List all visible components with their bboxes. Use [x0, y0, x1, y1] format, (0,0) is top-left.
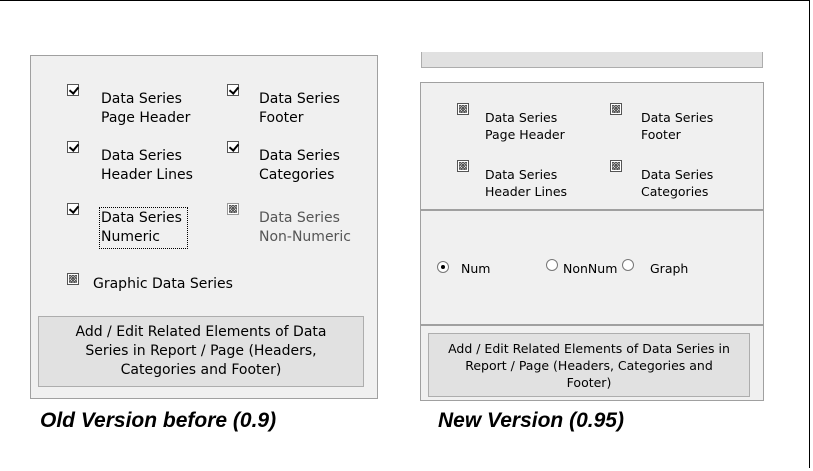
checkbox-checked-icon — [67, 203, 79, 215]
old-label-graphic: Graphic Data Series — [93, 276, 233, 292]
radio-selected-icon — [437, 261, 449, 273]
radio-graph-label: Graph — [650, 261, 689, 276]
new-top-button[interactable] — [421, 52, 763, 68]
radio-num-label: Num — [461, 261, 491, 276]
old-label-page-header: Data Series Page Header — [101, 91, 191, 126]
old-label-categories: Data Series Categories — [259, 148, 340, 183]
checkbox-indeterminate-icon — [67, 273, 79, 285]
old-label-header-lines: Data Series Header Lines — [101, 148, 193, 183]
new-label-categories: Data Series Categories — [641, 167, 714, 199]
old-label-non-numeric: Data Series Non-Numeric — [259, 210, 351, 245]
checkbox-indeterminate-icon — [610, 160, 622, 172]
checkbox-indeterminate-icon — [227, 203, 239, 215]
new-label-page-header: Data Series Page Header — [485, 110, 565, 142]
radio-nonnum-label: NonNum — [563, 261, 618, 276]
new-radio-group: Num NonNum Graph — [420, 210, 764, 325]
checkbox-indeterminate-icon — [610, 103, 622, 115]
old-label-numeric: Data Series Numeric — [99, 207, 188, 249]
old-add-edit-button-label: Add / Edit Related Elements of Data Seri… — [75, 324, 327, 378]
new-add-edit-button[interactable]: Add / Edit Related Elements of Data Seri… — [428, 333, 750, 397]
new-label-header-lines: Data Series Header Lines — [485, 167, 568, 199]
checkbox-checked-icon — [227, 84, 239, 96]
radio-unselected-icon — [622, 259, 634, 271]
new-button-group: Add / Edit Related Elements of Data Seri… — [420, 325, 764, 401]
old-label-footer: Data Series Footer — [259, 91, 340, 126]
new-checkbox-group: Data Series Page Header Data Series Foot… — [420, 82, 764, 210]
old-add-edit-button[interactable]: Add / Edit Related Elements of Data Seri… — [38, 316, 364, 387]
radio-unselected-icon — [546, 259, 558, 271]
checkbox-checked-icon — [67, 141, 79, 153]
old-version-panel: Data Series Page Header Data Series Foot… — [30, 55, 378, 399]
old-version-caption: Old Version before (0.9) — [40, 409, 277, 432]
checkbox-checked-icon — [67, 84, 79, 96]
checkbox-indeterminate-icon — [457, 103, 469, 115]
checkbox-checked-icon — [227, 141, 239, 153]
new-version-caption: New Version (0.95) — [438, 409, 624, 432]
new-add-edit-button-label: Add / Edit Related Elements of Data Seri… — [448, 340, 730, 390]
checkbox-indeterminate-icon — [457, 160, 469, 172]
new-label-footer: Data Series Footer — [641, 110, 714, 142]
